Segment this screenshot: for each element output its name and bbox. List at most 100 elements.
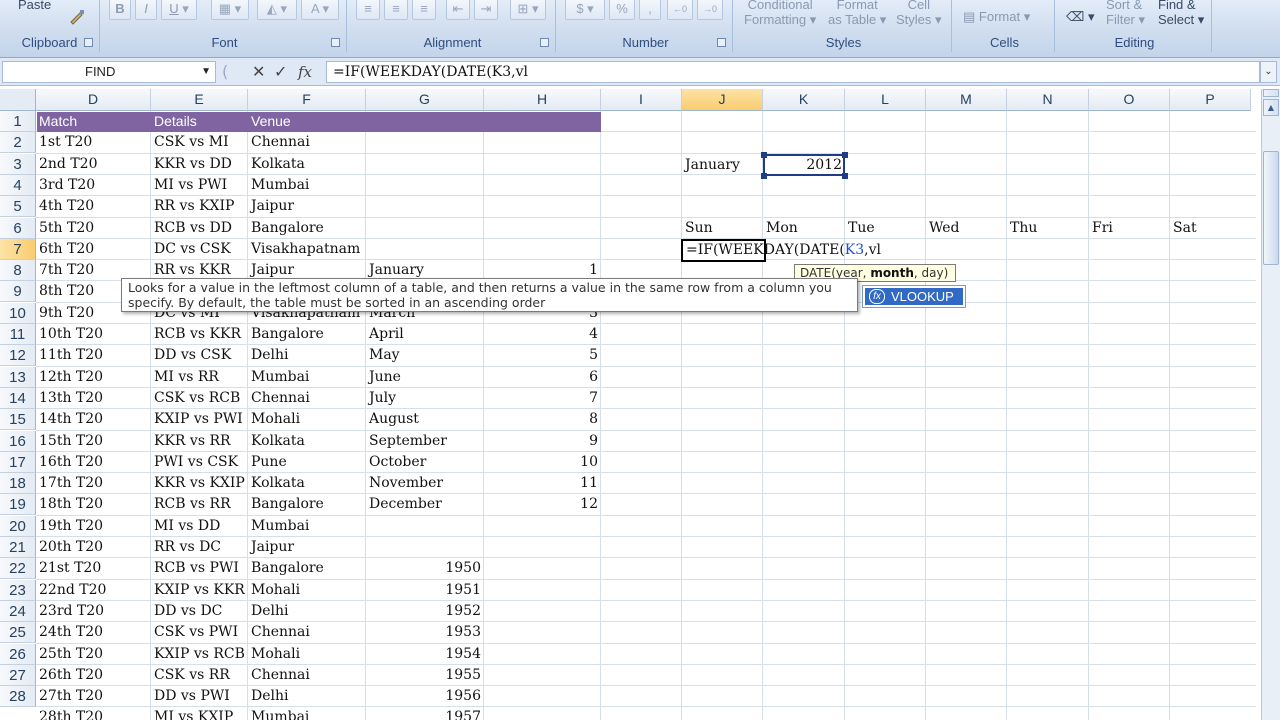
venue-cell[interactable]: Chennai	[248, 388, 310, 409]
cell-styles-button[interactable]: Cell Styles ▾	[896, 0, 942, 27]
row-header-13[interactable]: 13	[0, 367, 36, 388]
match-cell[interactable]: 5th T20	[36, 218, 94, 239]
month-name-cell[interactable]: July	[366, 388, 396, 409]
header-details[interactable]: Details	[151, 111, 197, 132]
venue-cell[interactable]: Mohali	[248, 580, 300, 601]
year-cell[interactable]: 1955	[366, 665, 484, 686]
clear-icon[interactable]: ⌫ ▾	[1066, 9, 1095, 25]
venue-cell[interactable]: Bangalore	[248, 558, 324, 579]
row-header-8[interactable]: 8	[0, 260, 36, 281]
decrease-decimal-icon[interactable]: →0	[697, 0, 723, 20]
details-cell[interactable]: RR vs KXIP	[151, 196, 234, 217]
match-cell[interactable]: 21st T20	[36, 558, 101, 579]
name-box-dropdown-icon[interactable]: ▼	[201, 62, 211, 82]
scroll-thumb[interactable]	[1263, 151, 1279, 265]
year-cell[interactable]: 1957	[366, 707, 484, 720]
details-cell[interactable]: MI vs DD	[151, 516, 220, 537]
venue-cell[interactable]: Jaipur	[248, 196, 294, 217]
venue-cell[interactable]: Bangalore	[248, 494, 324, 515]
details-cell[interactable]: KKR vs KXIP	[151, 473, 245, 494]
column-header-m[interactable]: M	[926, 89, 1007, 111]
column-header-j[interactable]: J	[682, 89, 763, 111]
weekday-wed[interactable]: Wed	[926, 218, 960, 239]
row-header-7[interactable]: 7	[0, 239, 36, 260]
increase-indent-icon[interactable]: ⇥	[474, 0, 498, 20]
match-cell[interactable]: 23rd T20	[36, 601, 104, 622]
row-header-23[interactable]: 23	[0, 580, 36, 601]
number-launcher-icon[interactable]	[717, 38, 726, 47]
details-cell[interactable]: RCB vs PWI	[151, 558, 239, 579]
match-cell[interactable]: 19th T20	[36, 516, 103, 537]
match-cell[interactable]: 25th T20	[36, 644, 103, 665]
year-cell[interactable]: 1956	[366, 686, 484, 707]
merge-center-icon[interactable]: ⊞ ▾	[510, 0, 546, 20]
font-color-button[interactable]: A ▾	[301, 0, 339, 20]
column-header-o[interactable]: O	[1089, 89, 1170, 111]
year-cell[interactable]: 1951	[366, 580, 484, 601]
row-header-16[interactable]: 16	[0, 431, 36, 452]
weekday-fri[interactable]: Fri	[1089, 218, 1113, 239]
match-cell[interactable]: 2nd T20	[36, 154, 98, 175]
column-header-e[interactable]: E	[151, 89, 248, 111]
details-cell[interactable]: KXIP vs PWI	[151, 409, 243, 430]
month-name-cell[interactable]: May	[366, 345, 400, 366]
selection-handle[interactable]	[761, 152, 767, 158]
weekday-mon[interactable]: Mon	[763, 218, 798, 239]
month-number-cell[interactable]: 5	[484, 345, 601, 366]
row-header-26[interactable]: 26	[0, 644, 36, 665]
row-header-15[interactable]: 15	[0, 409, 36, 430]
row-header-21[interactable]: 21	[0, 537, 36, 558]
month-name-cell[interactable]: April	[366, 324, 404, 345]
selection-handle[interactable]	[842, 173, 848, 179]
details-cell[interactable]: DD vs DC	[151, 601, 222, 622]
month-number-cell[interactable]: 6	[484, 367, 601, 388]
month-name-cell[interactable]: September	[366, 431, 447, 452]
column-header-n[interactable]: N	[1007, 89, 1089, 111]
details-cell[interactable]: RCB vs DD	[151, 218, 232, 239]
venue-cell[interactable]: Mumbai	[248, 516, 309, 537]
venue-cell[interactable]: Kolkata	[248, 431, 305, 452]
paste-button[interactable]: Paste	[18, 0, 51, 12]
month-name-cell[interactable]: November	[366, 473, 443, 494]
match-cell[interactable]: 1st T20	[36, 132, 92, 153]
details-cell[interactable]: DC vs CSK	[151, 239, 231, 260]
row-header-10[interactable]: 10	[0, 303, 36, 324]
row-header-12[interactable]: 12	[0, 345, 36, 366]
month-name-cell[interactable]: December	[366, 494, 442, 515]
details-cell[interactable]: CSK vs RCB	[151, 388, 240, 409]
underline-button[interactable]: U ▾	[161, 0, 197, 20]
venue-cell[interactable]: Delhi	[248, 601, 288, 622]
column-header-h[interactable]: H	[484, 89, 601, 111]
venue-cell[interactable]: Kolkata	[248, 473, 305, 494]
details-cell[interactable]: KXIP vs RCB	[151, 644, 245, 665]
find-select-button[interactable]: Find & Select ▾	[1158, 0, 1204, 27]
scroll-up-icon[interactable]: ▲	[1263, 99, 1279, 116]
borders-button[interactable]: ▦ ▾	[211, 0, 249, 20]
format-painter-icon[interactable]	[68, 8, 86, 26]
match-cell[interactable]: 11th T20	[36, 345, 103, 366]
row-header-28[interactable]: 28	[0, 686, 36, 707]
clipboard-launcher-icon[interactable]	[84, 38, 93, 47]
month-number-cell[interactable]: 8	[484, 409, 601, 430]
row-header-9[interactable]: 9	[0, 281, 36, 302]
venue-cell[interactable]: Bangalore	[248, 218, 324, 239]
venue-cell[interactable]: Mumbai	[248, 367, 309, 388]
row-header-27[interactable]: 27	[0, 665, 36, 686]
row-header-5[interactable]: 5	[0, 196, 36, 217]
column-header-i[interactable]: I	[601, 89, 682, 111]
venue-cell[interactable]: Bangalore	[248, 324, 324, 345]
match-cell[interactable]: 20th T20	[36, 537, 103, 558]
details-cell[interactable]: RCB vs KKR	[151, 324, 241, 345]
year-cell[interactable]: 1954	[366, 644, 484, 665]
row-header-19[interactable]: 19	[0, 494, 36, 515]
row-header-3[interactable]: 3	[0, 154, 36, 175]
column-header-d[interactable]: D	[36, 89, 151, 111]
weekday-sat[interactable]: Sat	[1170, 218, 1197, 239]
match-cell[interactable]: 18th T20	[36, 494, 103, 515]
month-number-cell[interactable]: 10	[484, 452, 601, 473]
match-cell[interactable]: 14th T20	[36, 409, 103, 430]
selection-handle[interactable]	[761, 173, 767, 179]
match-cell[interactable]: 15th T20	[36, 431, 103, 452]
venue-cell[interactable]: Mohali	[248, 644, 300, 665]
formula-input[interactable]: =IF(WEEKDAY(DATE(K3,vl	[326, 61, 1260, 83]
